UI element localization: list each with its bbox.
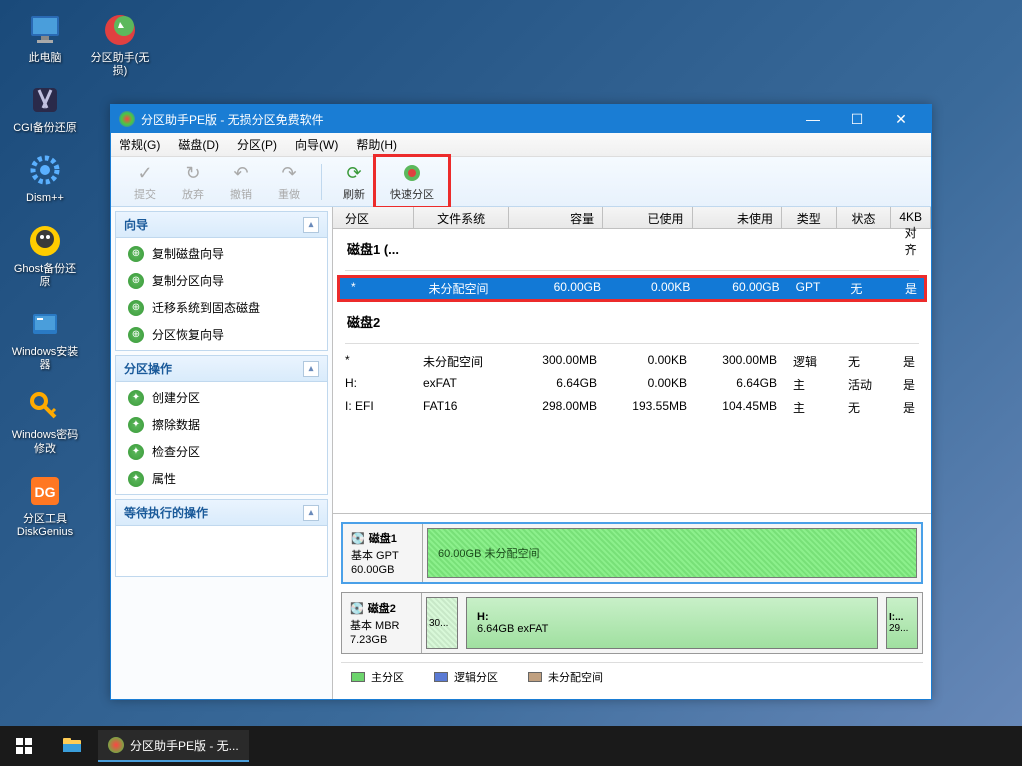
setup-icon: [25, 304, 65, 344]
table-row[interactable]: H: exFAT 6.64GB 0.00KB 6.64GB 主 活动 是: [333, 373, 931, 396]
col-header-partition[interactable]: 分区: [333, 207, 414, 228]
table-row[interactable]: * 未分配空间 60.00GB 0.00KB 60.00GB GPT 无 是: [339, 277, 925, 300]
start-button[interactable]: [0, 726, 48, 766]
svg-text:DG: DG: [35, 484, 56, 500]
op-icon: ✦: [128, 471, 144, 487]
menu-disk[interactable]: 磁盘(D): [178, 136, 219, 153]
monitor-icon: [25, 10, 65, 50]
titlebar[interactable]: 分区助手PE版 - 无损分区免费软件 — ☐ ✕: [111, 105, 931, 133]
undo-icon: ↶: [229, 161, 253, 185]
partition-block-h[interactable]: H: 6.64GB exFAT: [466, 597, 878, 649]
desktop-icon-partition-assistant[interactable]: 分区助手(无损): [85, 10, 155, 78]
disk2-block[interactable]: 💽磁盘2 基本 MBR 7.23GB 30... H: 6.64GB exFAT…: [341, 592, 923, 654]
desktop-icon-dism[interactable]: Dism++: [10, 150, 80, 205]
table-row[interactable]: * 未分配空间 300.00MB 0.00KB 300.00MB 逻辑 无 是: [333, 350, 931, 373]
dg-icon: DG: [25, 471, 65, 511]
taskbar-app-partition[interactable]: 分区助手PE版 - 无...: [98, 730, 249, 762]
partition-table: 分区 文件系统 容量 已使用 未使用 类型 状态 4KB对齐 磁盘1 (... …: [333, 207, 931, 513]
wizard-copy-disk[interactable]: ⊕复制磁盘向导: [116, 240, 327, 267]
wizard-recover-partition[interactable]: ⊕分区恢复向导: [116, 321, 327, 348]
col-header-capacity[interactable]: 容量: [509, 207, 603, 228]
op-icon: ✦: [128, 444, 144, 460]
refresh-button[interactable]: ⟳刷新: [330, 159, 378, 204]
op-icon: ✦: [128, 390, 144, 406]
redo-icon: ↷: [277, 161, 301, 185]
partition-assistant-window: 分区助手PE版 - 无损分区免费软件 — ☐ ✕ 常规(G) 磁盘(D) 分区(…: [110, 104, 932, 700]
table-row[interactable]: I: EFI FAT16 298.00MB 193.55MB 104.45MB …: [333, 396, 931, 419]
disk-visualization: 💽磁盘1 基本 GPT 60.00GB 60.00GB 未分配空间 💽磁盘2 基…: [333, 513, 931, 699]
discard-icon: ↻: [181, 161, 205, 185]
desktop-icon-winpass[interactable]: Windows密码修改: [10, 387, 80, 455]
wizard-icon: ⊕: [128, 327, 144, 343]
col-header-type[interactable]: 类型: [782, 207, 837, 228]
col-header-used[interactable]: 已使用: [603, 207, 692, 228]
wizard-panel-header: 向导▴: [116, 212, 327, 238]
wizard-copy-partition[interactable]: ⊕复制分区向导: [116, 267, 327, 294]
legend-swatch-unalloc: [528, 672, 542, 682]
tool-icon: [25, 80, 65, 120]
apply-button[interactable]: ✓提交: [121, 159, 169, 204]
op-create-partition[interactable]: ✦创建分区: [116, 384, 327, 411]
redo-button[interactable]: ↷重做: [265, 159, 313, 204]
quick-partition-icon: [400, 161, 424, 185]
col-header-free[interactable]: 未使用: [693, 207, 782, 228]
wizard-migrate-ssd[interactable]: ⊕迁移系统到固态磁盘: [116, 294, 327, 321]
refresh-icon: ⟳: [342, 161, 366, 185]
desktop-icon-thispc[interactable]: 此电脑: [10, 10, 80, 65]
wizard-icon: ⊕: [128, 246, 144, 262]
undo-button[interactable]: ↶撤销: [217, 159, 265, 204]
disk-icon: 💽: [351, 532, 365, 545]
window-title: 分区助手PE版 - 无损分区免费软件: [141, 111, 785, 128]
disk1-block[interactable]: 💽磁盘1 基本 GPT 60.00GB 60.00GB 未分配空间: [341, 522, 923, 584]
sidebar: 向导▴ ⊕复制磁盘向导 ⊕复制分区向导 ⊕迁移系统到固态磁盘 ⊕分区恢复向导 分…: [111, 207, 333, 699]
app-icon: [119, 111, 135, 127]
partition-block-unallocated[interactable]: 60.00GB 未分配空间: [427, 528, 917, 578]
pending-panel-header: 等待执行的操作▴: [116, 500, 327, 526]
menu-partition[interactable]: 分区(P): [237, 136, 277, 153]
collapse-button[interactable]: ▴: [303, 505, 319, 521]
wizard-icon: ⊕: [128, 273, 144, 289]
ghost-icon: [25, 221, 65, 261]
toolbar: ✓提交 ↻放弃 ↶撤销 ↷重做 ⟳刷新 快速分区: [111, 157, 931, 207]
col-header-fs[interactable]: 文件系统: [414, 207, 508, 228]
pa-icon: [100, 10, 140, 50]
check-icon: ✓: [133, 161, 157, 185]
op-wipe-data[interactable]: ✦擦除数据: [116, 411, 327, 438]
collapse-button[interactable]: ▴: [303, 361, 319, 377]
desktop-icon-ghost[interactable]: Ghost备份还原: [10, 221, 80, 289]
key-icon: [25, 387, 65, 427]
col-header-status[interactable]: 状态: [837, 207, 892, 228]
wizard-icon: ⊕: [128, 300, 144, 316]
menu-help[interactable]: 帮助(H): [356, 136, 397, 153]
close-button[interactable]: ✕: [879, 105, 923, 133]
ops-panel-header: 分区操作▴: [116, 356, 327, 382]
discard-button[interactable]: ↻放弃: [169, 159, 217, 204]
menubar: 常规(G) 磁盘(D) 分区(P) 向导(W) 帮助(H): [111, 133, 931, 157]
op-icon: ✦: [128, 417, 144, 433]
disk-icon: 💽: [350, 602, 364, 615]
partition-block[interactable]: 30...: [426, 597, 458, 649]
gear-icon: [25, 150, 65, 190]
app-icon: [108, 737, 124, 753]
taskbar: 分区助手PE版 - 无...: [0, 726, 1022, 766]
disk2-group-header: 磁盘2: [333, 302, 931, 337]
explorer-button[interactable]: [48, 726, 96, 766]
menu-general[interactable]: 常规(G): [119, 136, 160, 153]
op-properties[interactable]: ✦属性: [116, 465, 327, 492]
desktop-icon-wininstall[interactable]: Windows安装器: [10, 304, 80, 372]
op-check-partition[interactable]: ✦检查分区: [116, 438, 327, 465]
legend: 主分区 逻辑分区 未分配空间: [341, 662, 923, 691]
quick-partition-button[interactable]: 快速分区: [378, 159, 446, 204]
desktop-icon-diskgenius[interactable]: DG 分区工具DiskGenius: [10, 471, 80, 539]
collapse-button[interactable]: ▴: [303, 217, 319, 233]
disk1-group-header: 磁盘1 (...: [333, 229, 931, 264]
legend-swatch-logical: [434, 672, 448, 682]
partition-block-i[interactable]: I:...29...: [886, 597, 918, 649]
menu-wizard[interactable]: 向导(W): [295, 136, 338, 153]
minimize-button[interactable]: —: [791, 105, 835, 133]
legend-swatch-primary: [351, 672, 365, 682]
maximize-button[interactable]: ☐: [835, 105, 879, 133]
col-header-4kb[interactable]: 4KB对齐: [891, 207, 931, 228]
desktop-icon-cgi[interactable]: CGI备份还原: [10, 80, 80, 135]
